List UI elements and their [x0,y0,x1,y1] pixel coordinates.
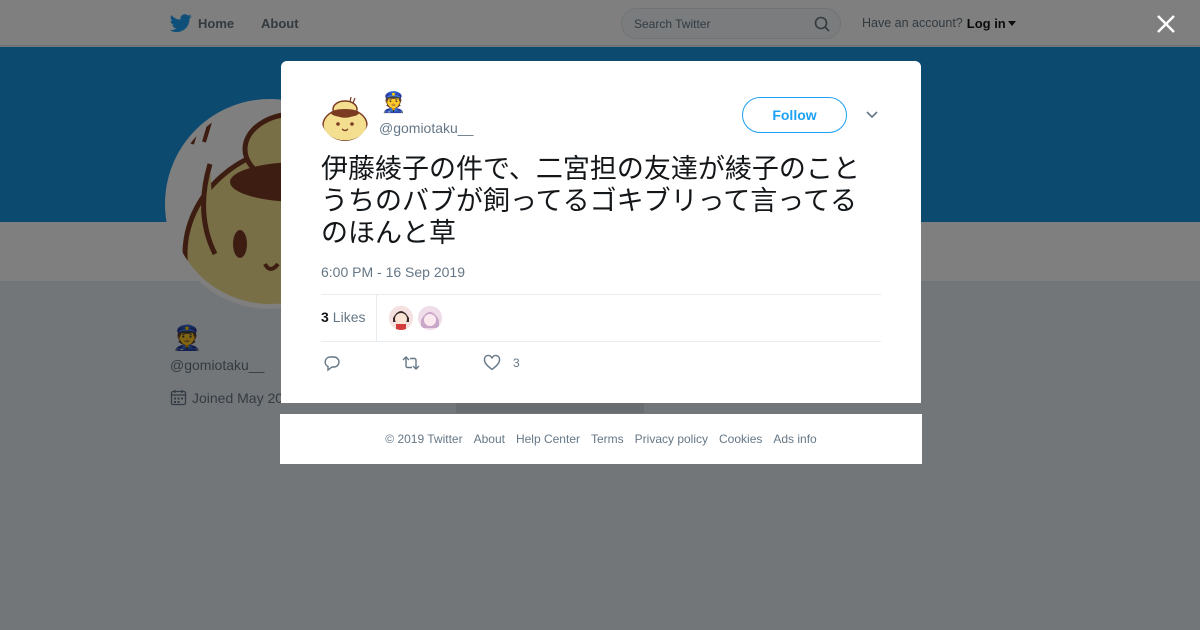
pompompurin-avatar-image [321,93,369,141]
tweet-author-handle[interactable]: @gomiotaku__ [379,120,473,136]
close-icon[interactable] [1155,13,1177,35]
tweet-modal: 👮 @gomiotaku__ Follow 伊藤綾子の件で、二宮担の友達が綾子の… [281,61,921,403]
likes-count: 3 [321,309,329,325]
likes-label: Likes [332,309,366,325]
chevron-down-icon[interactable] [865,109,879,121]
reply-action[interactable] [323,354,341,372]
heart-icon [483,354,501,371]
retweet-icon [402,356,420,370]
footer-link-ads-info[interactable]: Ads info [773,432,816,446]
tweet-author-avatar[interactable] [321,93,369,141]
footer-copyright: © 2019 Twitter [385,432,463,446]
liker-avatar[interactable] [389,306,413,330]
liker-avatar[interactable] [418,306,442,330]
tweet-timestamp[interactable]: 6:00 PM - 16 Sep 2019 [321,264,465,280]
tweet-text: 伊藤綾子の件で、二宮担の友達が綾子のことうちのバブが飼ってるゴキブリって言ってる… [321,154,860,249]
likes-stat[interactable]: 3 Likes [321,309,365,325]
footer-link-privacy-policy[interactable]: Privacy policy [635,432,708,446]
liker-avatar-image [389,306,413,330]
reply-icon [324,356,340,372]
footer-link-help-center[interactable]: Help Center [516,432,580,446]
footer-link-cookies[interactable]: Cookies [719,432,762,446]
like-action-count: 3 [513,356,520,370]
like-action[interactable]: 3 [483,354,520,372]
liker-avatar-image [418,306,442,330]
stats-divider [376,295,377,341]
follow-button[interactable]: Follow [742,97,847,133]
retweet-action[interactable] [402,354,420,372]
tweet-author-name-emoji: 👮 [381,92,406,114]
footer-link-about[interactable]: About [474,432,505,446]
tweet-stats: 3 Likes [321,294,881,342]
footer-link-terms[interactable]: Terms [591,432,624,446]
modal-footer: © 2019 Twitter About Help Center Terms P… [280,414,922,464]
